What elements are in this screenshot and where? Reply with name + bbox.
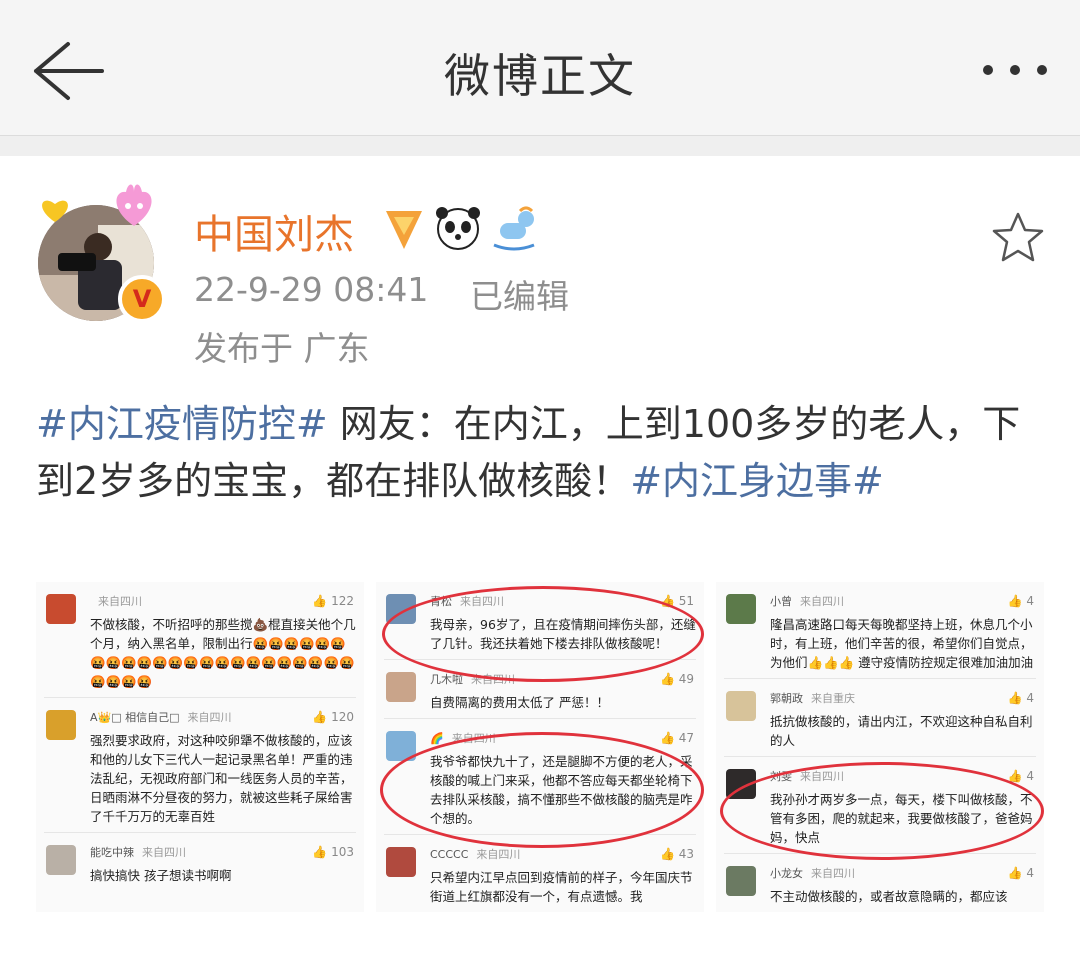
comment-text: 强烈要求政府，对这种咬卵犟不做核酸的，应该和他的儿女下三代人一起记录黑名单！严重… [90, 733, 353, 824]
comment-source: 来自四川 [142, 846, 186, 859]
comment-text: 不做核酸，不听招呼的那些搅💩棍直接关他个几个月，纳入黑名单，限制出行🤬🤬🤬🤬🤬🤬… [90, 617, 356, 689]
comment-source: 来自四川 [476, 848, 521, 861]
comment-source: 来自四川 [98, 595, 142, 608]
like-count: 👍 4 [1007, 866, 1034, 880]
list-item: 来自四川 👍 122 不做核酸，不听招呼的那些搅💩棍直接关他个几个月，纳入黑名单… [36, 582, 364, 697]
comment-author: 郭朝政 [770, 692, 803, 705]
comment-source: 来自四川 [800, 595, 844, 608]
comment-text: 自费隔离的费用太低了 严惩！！ [430, 695, 609, 710]
avatar [46, 710, 76, 740]
comment-text: 抵抗做核酸的，请出内江，不欢迎这种自私自利的人 [770, 714, 1033, 748]
list-item: 小曾 来自四川 👍 4 隆昌高速路口每天每晚都坚持上班，休息几个小时，有上班，他们… [716, 582, 1044, 678]
user-badges [386, 206, 535, 251]
edited-label[interactable]: 已编辑 [470, 270, 569, 318]
comment-author: CCCCC [430, 848, 469, 861]
avatar [46, 594, 76, 624]
avatar [386, 672, 416, 702]
post-location: 发布于 广东 [194, 329, 370, 368]
comment-text: 不主动做核酸的，或者故意隐瞒的，都应该 [770, 889, 1008, 904]
comment-author: 小龙女 [770, 867, 803, 880]
avatar [726, 594, 756, 624]
comment-author: 🌈 [430, 732, 444, 745]
like-count: 👍 122 [312, 594, 354, 608]
post-image-1[interactable]: 来自四川 👍 122 不做核酸，不听招呼的那些搅💩棍直接关他个几个月，纳入黑名单… [36, 582, 364, 912]
like-count: 👍 4 [1007, 594, 1034, 608]
post-content: #内江疫情防控# 网友：在内江，上到100多岁的老人，下到2岁多的宝宝，都在排队… [36, 396, 1046, 510]
medal-icon [386, 211, 422, 249]
comment-source: 来自四川 [187, 711, 232, 724]
comment-author: 能吃中辣 [90, 846, 134, 859]
avatar [726, 866, 756, 896]
like-count: 👍 4 [1007, 691, 1034, 705]
avatar [726, 691, 756, 721]
section-divider [0, 136, 1080, 156]
highlight-circle [382, 586, 704, 682]
comment-text: 只希望内江早点回到疫情前的样子，今年国庆节街道上红旗都没有一个，有点遗憾。我 [430, 870, 693, 904]
like-count: 👍 103 [312, 845, 354, 859]
rocking-horse-icon [493, 206, 535, 251]
post-time: 22-9-29 08:41 [194, 270, 429, 309]
hashtag-link[interactable]: #内江疫情防控# [36, 402, 328, 446]
heart-icon [42, 200, 68, 222]
comment-source: 来自四川 [811, 867, 855, 880]
like-count: 👍 43 [659, 847, 694, 861]
comment-author: A👑□ 相信自己□ [90, 711, 180, 724]
like-count: 👍 120 [312, 710, 354, 724]
like-count: 👍 47 [659, 731, 694, 745]
hashtag-link[interactable]: #内江身边事# [630, 459, 884, 503]
avatar [386, 847, 416, 877]
avatar [46, 845, 76, 875]
list-item: 小龙女 来自四川 👍 4 不主动做核酸的，或者故意隐瞒的，都应该 [716, 854, 1044, 912]
highlight-circle [380, 732, 704, 848]
top-bar: 微博正文 [0, 0, 1080, 136]
list-item: 郭朝政 来自重庆 👍 4 抵抗做核酸的，请出内江，不欢迎这种自私自利的人 [716, 679, 1044, 756]
page-title: 微博正文 [444, 49, 636, 103]
post-image-3[interactable]: 小曾 来自四川 👍 4 隆昌高速路口每天每晚都坚持上班，休息几个小时，有上班，他们… [716, 582, 1044, 912]
panda-icon [436, 207, 480, 250]
star-icon[interactable] [990, 210, 1046, 264]
like-count: 👍 49 [659, 672, 694, 686]
comment-text: 搞快搞快 孩子想读书啊啊 [90, 868, 232, 883]
list-item: 能吃中辣 来自四川 👍 103 搞快搞快 孩子想读书啊啊 [36, 833, 364, 891]
list-item: A👑□ 相信自己□ 来自四川 👍 120 强烈要求政府，对这种咬卵犟不做核酸的，应… [36, 698, 364, 832]
comment-author: 小曾 [770, 595, 792, 608]
comment-text: 隆昌高速路口每天每晚都坚持上班，休息几个小时，有上班，他们辛苦的很，希望你们自觉… [770, 617, 1034, 670]
post-image-2[interactable]: 青松 来自四川 👍 51 我母亲，96岁了，且在疫情期间摔伤头部，还缝了几针。我还… [376, 582, 704, 912]
author-name[interactable]: 中国刘杰 [194, 202, 354, 260]
ellipsis-icon[interactable] [978, 48, 1052, 92]
bunny-heart-icon [116, 184, 152, 226]
comment-source: 来自重庆 [811, 692, 855, 705]
verified-badge: V [118, 275, 166, 323]
highlight-circle [720, 762, 1044, 860]
